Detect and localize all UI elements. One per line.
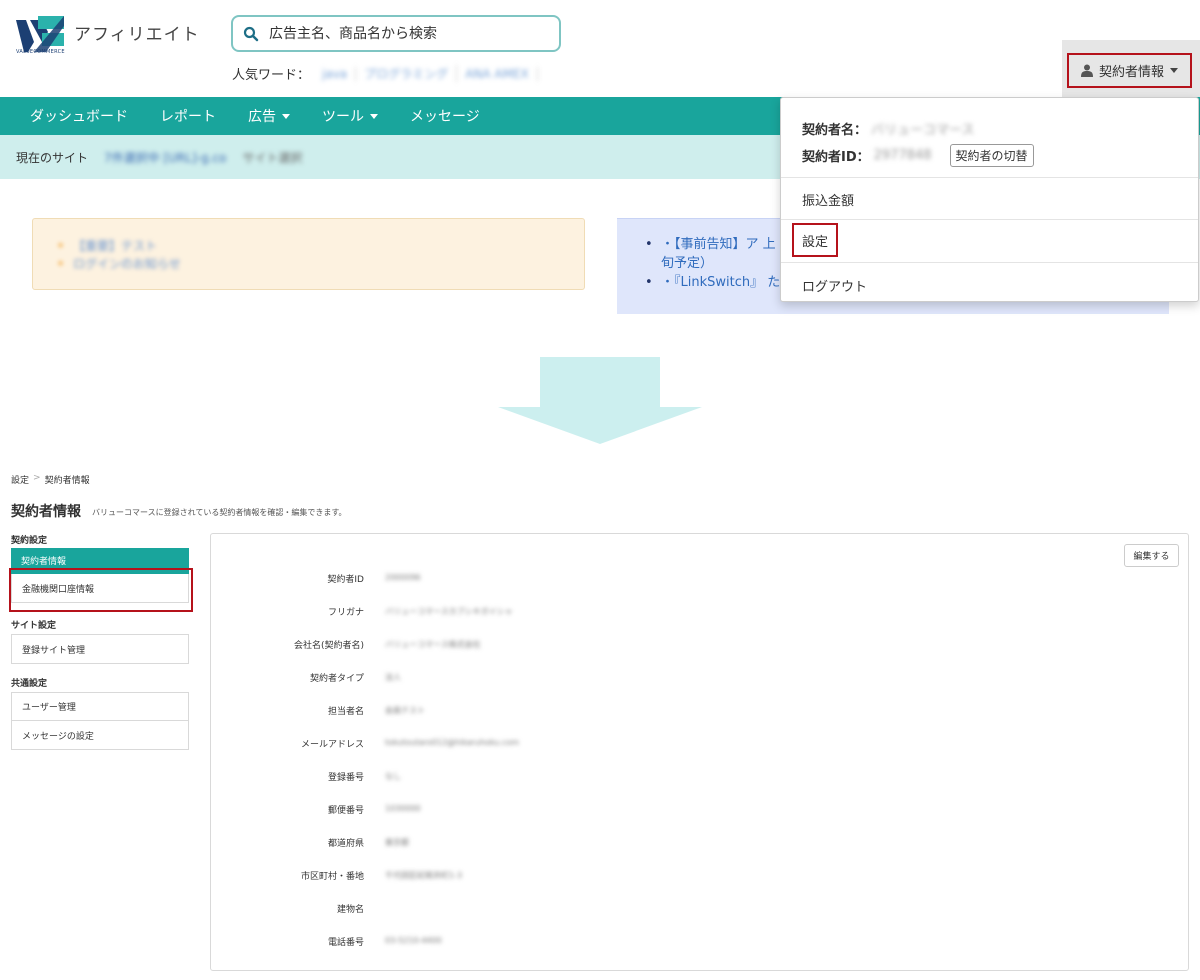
popular-word-link[interactable]: ANA AMEX <box>457 66 538 81</box>
popular-words: 人気ワード： java プログラミング ANA AMEX <box>232 64 538 83</box>
breadcrumb-separator: > <box>33 473 41 483</box>
nav-item-ads[interactable]: 広告 <box>232 97 306 135</box>
field-value: バリューコマースカブシキガイシャ <box>385 607 513 616</box>
arrow-down-icon <box>498 357 702 444</box>
divider <box>781 262 1198 263</box>
notice-link[interactable]: ログインのお知らせ <box>57 255 181 273</box>
logo-subtext: VALUECOMMERCE <box>16 49 65 55</box>
field-label: 都道府県 <box>327 839 364 849</box>
notice-panel-left: 【重要】テスト ログインのお知らせ <box>32 218 585 290</box>
popular-label: 人気ワード： <box>232 68 311 83</box>
field-value: 東京都 <box>385 838 409 847</box>
field-value: 法人 <box>385 673 401 682</box>
contract-name-row: 契約者名： バリューコマース <box>802 119 974 138</box>
field-label: フリガナ <box>327 608 364 618</box>
logo-text: アフィリエイト <box>74 25 200 45</box>
field-value: 1030000 <box>385 804 421 813</box>
switch-contract-button[interactable]: 契約者の切替 <box>949 144 1034 167</box>
divider <box>781 219 1198 220</box>
field-label: 郵便番号 <box>327 806 364 816</box>
contract-id-label: 契約者ID： <box>802 150 870 165</box>
breadcrumb: 設定 > 契約者情報 <box>11 473 90 486</box>
nav-item-tools[interactable]: ツール <box>306 97 394 135</box>
menu-item-logout[interactable]: ログアウト <box>802 276 867 295</box>
menu-item-settings[interactable]: 設定 <box>792 223 838 257</box>
account-menu-button[interactable]: 契約者情報 <box>1067 53 1192 88</box>
field-label: 担当者名 <box>327 707 364 717</box>
sidebar-item-user-management[interactable]: ユーザー管理 <box>12 693 188 721</box>
sidebar-heading-site: サイト設定 <box>11 621 57 631</box>
valuecommerce-logo-icon <box>16 16 64 52</box>
sidebar-item-site-management[interactable]: 登録サイト管理 <box>12 635 188 663</box>
contract-detail-panel: 編集する 契約者ID 2000096 フリガナ バリューコマースカブシキガイシャ会社名… <box>210 533 1189 971</box>
field-label: 建物名 <box>336 905 364 915</box>
edit-button[interactable]: 編集する <box>1124 544 1179 567</box>
nav-label: 広告 <box>248 109 276 125</box>
field-value: バリューコマース株式会社 <box>385 640 481 649</box>
notice-link[interactable]: ・『LinkSwitch』 た <box>645 273 781 292</box>
notice-link[interactable]: ・【事前告知】ア 上旬予定） <box>645 235 781 273</box>
popular-word-link[interactable]: java <box>314 66 357 81</box>
contract-id-row: 契約者ID： 2977848 契約者の切替 <box>802 144 1034 167</box>
account-dropdown-menu: 契約者名： バリューコマース 契約者ID： 2977848 契約者の切替 振込金… <box>780 97 1199 302</box>
sidebar-group-site: 登録サイト管理 <box>11 634 189 664</box>
sidebar-item-message-settings[interactable]: メッセージの設定 <box>12 721 188 749</box>
contract-id-value: 2977848 <box>873 148 932 163</box>
nav-label: ダッシュボード <box>30 109 128 125</box>
field-label: 電話番号 <box>327 938 364 948</box>
user-icon <box>1080 64 1093 77</box>
popular-word-link[interactable]: プログラミング <box>356 65 458 82</box>
field-label: 契約者ID <box>327 575 364 585</box>
field-value: 会員テスト <box>385 706 425 715</box>
nav-label: レポート <box>160 109 216 125</box>
sidebar-group-common: ユーザー管理 メッセージの設定 <box>11 692 189 750</box>
nav-label: メッセージ <box>410 109 480 125</box>
field-value: なし <box>385 772 401 781</box>
field-label: 会社名(契約者名) <box>293 641 364 651</box>
field-label: 市区町村・番地 <box>300 872 364 882</box>
nav-label: ツール <box>322 109 364 125</box>
contract-name-label: 契約者名： <box>802 123 868 138</box>
divider <box>781 177 1198 178</box>
sidebar-heading-common: 共通設定 <box>11 679 48 689</box>
chevron-down-icon <box>282 113 290 119</box>
breadcrumb-current: 契約者情報 <box>44 476 90 486</box>
search-icon[interactable] <box>243 26 259 42</box>
chevron-down-icon <box>1170 68 1178 73</box>
field-label: 契約者タイプ <box>309 674 364 684</box>
highlight-frame <box>9 568 193 612</box>
chevron-down-icon <box>370 113 378 119</box>
nav-item-dashboard[interactable]: ダッシュボード <box>14 97 144 135</box>
site-select-dropdown[interactable]: サイト選択 <box>242 149 302 166</box>
field-value: 03-5210-4400 <box>385 936 442 945</box>
field-value: 2000096 <box>385 573 421 582</box>
search-input[interactable] <box>269 21 549 46</box>
account-menu-label: 契約者情報 <box>1098 65 1164 80</box>
menu-item-transfer[interactable]: 振込金額 <box>802 190 854 209</box>
field-label: メールアドレス <box>300 740 364 750</box>
nav-item-report[interactable]: レポート <box>144 97 232 135</box>
breadcrumb-settings-link[interactable]: 設定 <box>11 473 29 486</box>
search-box[interactable] <box>231 15 561 52</box>
field-value: tokutoutaro012@hikaruhoku.com <box>385 738 520 747</box>
page-title: 契約者情報 <box>11 504 81 520</box>
field-label: 登録番号 <box>327 773 364 783</box>
sidebar-heading-contract: 契約設定 <box>11 536 48 546</box>
contract-name-value: バリューコマース <box>871 123 975 138</box>
page-description: バリューコマースに登録されている契約者情報を確認・編集できます。 <box>92 508 347 517</box>
notice-link[interactable]: 【重要】テスト <box>57 237 181 255</box>
current-site-name[interactable]: 7件選択中 [URL]-g.co <box>104 149 226 166</box>
field-value: 千代田区紀尾井町1-3 <box>385 871 463 880</box>
current-site-label: 現在のサイト <box>16 150 89 165</box>
nav-item-messages[interactable]: メッセージ <box>394 97 496 135</box>
